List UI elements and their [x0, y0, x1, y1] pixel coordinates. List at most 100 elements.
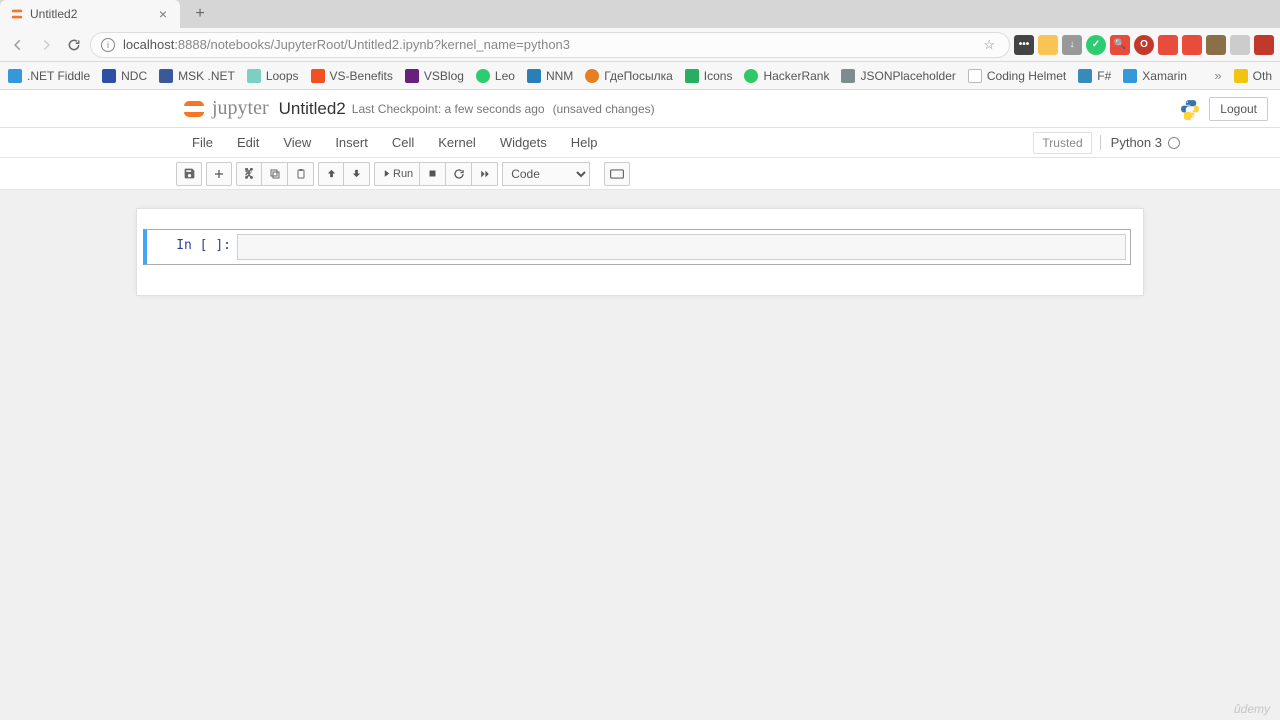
bookmark-item[interactable]: JSONPlaceholder — [841, 69, 955, 83]
copy-button[interactable] — [262, 162, 288, 186]
bookmark-label: .NET Fiddle — [27, 69, 90, 83]
close-tab-icon[interactable]: × — [156, 7, 170, 21]
bookmark-label: Coding Helmet — [987, 69, 1066, 83]
bookmark-label: VSBlog — [424, 69, 464, 83]
bookmark-item[interactable]: ГдеПосылка — [585, 69, 672, 83]
bookmark-label: JSONPlaceholder — [860, 69, 955, 83]
menu-edit[interactable]: Edit — [225, 128, 271, 158]
notebook-name[interactable]: Untitled2 — [279, 99, 346, 119]
bookmarks-overflow-icon[interactable]: » — [1214, 68, 1221, 83]
tab-title: Untitled2 — [30, 7, 150, 21]
bookmark-label: Xamarin — [1142, 69, 1187, 83]
bookmark-item[interactable]: VSBlog — [405, 69, 464, 83]
jupyter-header: jupyter Untitled2 Last Checkpoint: a few… — [0, 90, 1280, 128]
menu-widgets[interactable]: Widgets — [488, 128, 559, 158]
python-logo-icon — [1179, 98, 1201, 120]
bookmark-item[interactable]: F# — [1078, 69, 1111, 83]
udemy-watermark: ûdemy — [1234, 702, 1270, 716]
browser-toolbar: i localhost:8888/notebooks/JupyterRoot/U… — [0, 28, 1280, 62]
trusted-indicator[interactable]: Trusted — [1033, 132, 1091, 154]
extension-icon[interactable] — [1158, 35, 1178, 55]
menu-cell[interactable]: Cell — [380, 128, 426, 158]
bookmark-label: Icons — [704, 69, 733, 83]
bookmark-item[interactable]: Coding Helmet — [968, 69, 1066, 83]
extension-icon[interactable]: 🔍 — [1110, 35, 1130, 55]
save-button[interactable] — [176, 162, 202, 186]
restart-run-all-button[interactable] — [472, 162, 498, 186]
bookmark-item[interactable]: Loops — [247, 69, 299, 83]
address-bar[interactable]: i localhost:8888/notebooks/JupyterRoot/U… — [90, 32, 1010, 58]
bookmark-star-icon[interactable]: ☆ — [983, 37, 995, 53]
bookmark-item[interactable]: NNM — [527, 69, 573, 83]
run-icon — [381, 169, 390, 178]
bookmark-item[interactable]: Leo — [476, 69, 515, 83]
checkpoint-status: Last Checkpoint: a few seconds ago — [352, 102, 545, 116]
url-path: /notebooks/JupyterRoot/Untitled2.ipynb?k… — [207, 37, 570, 52]
bookmark-label: MSK .NET — [178, 69, 235, 83]
bookmark-label: HackerRank — [763, 69, 829, 83]
command-palette-button[interactable] — [604, 162, 630, 186]
extension-icon[interactable]: ✓ — [1086, 35, 1106, 55]
save-status: (unsaved changes) — [553, 102, 655, 116]
browser-chrome: Untitled2 × + i localhost:8888/notebooks… — [0, 0, 1280, 90]
bookmark-item[interactable]: Icons — [685, 69, 733, 83]
bookmark-item[interactable]: MSK .NET — [159, 69, 235, 83]
bookmark-label: Oth — [1253, 69, 1272, 83]
restart-button[interactable] — [446, 162, 472, 186]
menu-view[interactable]: View — [271, 128, 323, 158]
forward-button[interactable] — [34, 33, 58, 57]
jupyter-menubar: File Edit View Insert Cell Kernel Widget… — [0, 128, 1280, 158]
celltype-select[interactable]: Code — [502, 162, 590, 186]
bookmark-label: Leo — [495, 69, 515, 83]
bookmark-label: F# — [1097, 69, 1111, 83]
logout-button[interactable]: Logout — [1209, 97, 1268, 121]
extension-icon[interactable]: ••• — [1014, 35, 1034, 55]
move-up-button[interactable] — [318, 162, 344, 186]
bookmark-label: ГдеПосылка — [604, 69, 672, 83]
code-cell[interactable]: In [ ]: — [143, 229, 1131, 265]
site-info-icon[interactable]: i — [101, 38, 115, 52]
extension-icon[interactable] — [1038, 35, 1058, 55]
bookmark-item[interactable]: VS-Benefits — [311, 69, 393, 83]
cell-input[interactable] — [237, 234, 1126, 260]
extension-icon[interactable] — [1206, 35, 1226, 55]
bookmark-item[interactable]: NDC — [102, 69, 147, 83]
menu-kernel[interactable]: Kernel — [426, 128, 488, 158]
kernel-name: Python 3 — [1111, 135, 1162, 150]
bookmark-label: VS-Benefits — [330, 69, 393, 83]
cell-prompt: In [ ]: — [151, 234, 237, 260]
bookmark-item[interactable]: Oth — [1234, 69, 1272, 83]
extensions: ••• ↓ ✓ 🔍 O — [1014, 28, 1274, 62]
extension-icon[interactable]: O — [1134, 35, 1154, 55]
extension-icon[interactable]: ↓ — [1062, 35, 1082, 55]
bookmark-item[interactable]: Xamarin — [1123, 69, 1187, 83]
back-button[interactable] — [6, 33, 30, 57]
tab-strip: Untitled2 × + — [0, 0, 1280, 28]
jupyter-logo-icon — [180, 95, 208, 123]
menu-help[interactable]: Help — [559, 128, 610, 158]
run-label: Run — [393, 168, 413, 180]
jupyter-logo[interactable]: jupyter — [180, 95, 269, 123]
browser-tab[interactable]: Untitled2 × — [0, 0, 180, 28]
notebook-container: In [ ]: — [0, 190, 1280, 314]
url-host: localhost — [123, 37, 174, 52]
reload-button[interactable] — [62, 33, 86, 57]
extension-icon[interactable] — [1230, 35, 1250, 55]
paste-button[interactable] — [288, 162, 314, 186]
menu-file[interactable]: File — [180, 128, 225, 158]
extension-icon[interactable] — [1182, 35, 1202, 55]
cut-button[interactable] — [236, 162, 262, 186]
new-tab-button[interactable]: + — [190, 4, 210, 24]
bookmark-item[interactable]: .NET Fiddle — [8, 69, 90, 83]
run-button[interactable]: Run — [374, 162, 420, 186]
move-down-button[interactable] — [344, 162, 370, 186]
add-cell-button[interactable] — [206, 162, 232, 186]
interrupt-button[interactable] — [420, 162, 446, 186]
kernel-status-icon — [1168, 137, 1180, 149]
menu-insert[interactable]: Insert — [323, 128, 380, 158]
bookmark-item[interactable]: HackerRank — [744, 69, 829, 83]
url-port: :8888 — [174, 37, 207, 52]
notebook: In [ ]: — [136, 208, 1144, 296]
kernel-indicator[interactable]: Python 3 — [1100, 135, 1180, 150]
extension-icon[interactable] — [1254, 35, 1274, 55]
